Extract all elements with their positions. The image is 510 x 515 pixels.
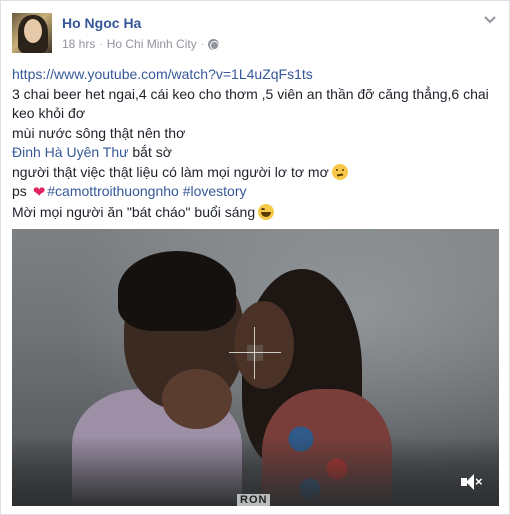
hashtags-link[interactable]: #camottroithuongnho #lovestory — [47, 183, 246, 199]
post-line-6-text: Mời mọi người ăn "bát cháo" buổi sáng — [12, 203, 256, 220]
post-text: https://www.youtube.com/watch?v=1L4uZqFs… — [12, 65, 502, 222]
author-name[interactable]: Ho Ngoc Ha — [62, 15, 141, 31]
crosshair-icon — [229, 327, 281, 379]
post-line-5: ps ❤ #camottroithuongnho #lovestory — [12, 182, 502, 203]
post-line-4-text: người thật việc thật liệu có làm mọi ngư… — [12, 163, 329, 180]
post-line-3-text: bắt sờ — [128, 144, 172, 160]
post-line-3: Đinh Hà Uyên Thư bắt sờ — [12, 143, 502, 163]
post-line-4: người thật việc thật liệu có làm mọi ngư… — [12, 163, 502, 183]
video-figure-man-hair — [118, 251, 236, 331]
post-card: Ho Ngoc Ha 18 hrs · Ho Chi Minh City · h… — [0, 0, 510, 515]
ps-prefix: ps — [12, 183, 31, 199]
post-meta: 18 hrs · Ho Chi Minh City · — [62, 37, 220, 51]
post-line-2: mùi nước sông thật nên thơ — [12, 124, 186, 141]
speaker-cone — [466, 474, 474, 490]
post-line-1: 3 chai beer het ngai,4 cái keo cho thơm … — [12, 85, 489, 122]
crosshair-vertical — [254, 327, 255, 379]
video-bottom-mark: RON — [237, 494, 271, 506]
video-player[interactable]: RON × — [12, 229, 499, 506]
globe-icon[interactable] — [208, 38, 220, 50]
avatar[interactable] — [12, 13, 52, 53]
heart-icon: ❤ — [32, 184, 46, 201]
crosshair-center — [247, 345, 263, 361]
meta-separator: · — [99, 38, 103, 50]
avatar-face — [24, 19, 42, 43]
video-figure-hand — [162, 369, 232, 429]
mention-link[interactable]: Đinh Hà Uyên Thư — [12, 144, 129, 160]
mute-x: × — [475, 474, 483, 489]
post-location[interactable]: Ho Chi Minh City — [107, 37, 197, 51]
laughing-face-icon — [258, 203, 275, 220]
youtube-link[interactable]: https://www.youtube.com/watch?v=1L4uZqFs… — [12, 65, 502, 85]
post-time[interactable]: 18 hrs — [62, 37, 95, 51]
crosshair-horizontal — [229, 352, 281, 353]
meta-separator-2: · — [200, 38, 205, 50]
chevron-down-icon[interactable] — [483, 13, 497, 27]
post-line-6: Mời mọi người ăn "bát cháo" buổi sáng — [12, 203, 502, 223]
thinking-face-icon — [331, 163, 348, 180]
mute-icon[interactable]: × — [461, 474, 485, 490]
